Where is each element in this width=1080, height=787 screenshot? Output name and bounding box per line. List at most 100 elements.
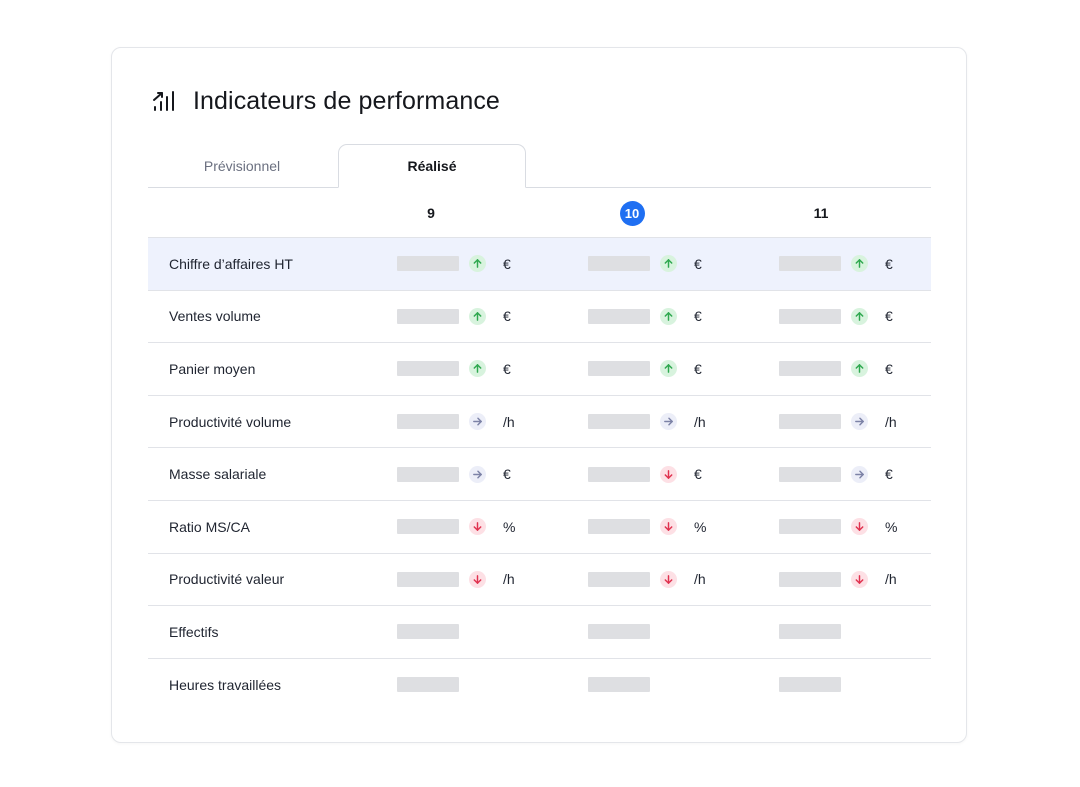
- unit-label: €: [503, 466, 511, 483]
- unit-label: €: [694, 360, 702, 377]
- kpi-cell: €: [779, 291, 903, 343]
- value-placeholder: [779, 624, 841, 640]
- value-placeholder: [397, 308, 459, 324]
- arrow-right-icon: [469, 465, 486, 483]
- value-placeholder: [588, 308, 650, 324]
- arrow-up-icon: [851, 360, 868, 378]
- value-placeholder: [779, 361, 841, 377]
- kpi-cell: /h: [779, 554, 903, 606]
- kpi-row[interactable]: Chiffre d’affaires HT € € €: [148, 237, 931, 290]
- kpi-row[interactable]: Ventes volume € € €: [148, 289, 931, 343]
- kpi-row-label: Heures travaillées: [169, 676, 282, 693]
- kpi-cell: €: [588, 291, 712, 343]
- kpi-cell: [588, 659, 650, 711]
- tab-bar: Prévisionnel Réalisé: [148, 144, 931, 188]
- kpi-row-label: Masse salariale: [169, 466, 267, 483]
- column-header-11[interactable]: 11: [791, 200, 851, 226]
- kpi-cell: /h: [588, 554, 712, 606]
- unit-label: /h: [503, 413, 515, 430]
- value-placeholder: [779, 466, 841, 482]
- tab-realise[interactable]: Réalisé: [338, 144, 526, 188]
- kpi-cell: €: [397, 448, 521, 500]
- kpi-cell: /h: [397, 396, 521, 448]
- arrow-right-icon: [469, 413, 486, 431]
- kpi-cell: [588, 606, 650, 658]
- kpi-cell: /h: [397, 554, 521, 606]
- arrow-up-icon: [469, 307, 486, 325]
- value-placeholder: [397, 571, 459, 587]
- kpi-row[interactable]: Ratio MS/CA%%%: [148, 499, 931, 553]
- kpi-row[interactable]: Panier moyen € € €: [148, 342, 931, 395]
- kpi-row-label: Productivité valeur: [169, 571, 285, 588]
- value-placeholder: [779, 256, 841, 272]
- unit-label: /h: [885, 413, 897, 430]
- kpi-cell: €: [588, 448, 712, 500]
- value-placeholder: [397, 414, 459, 430]
- arrow-down-icon: [660, 465, 677, 483]
- kpi-cell: %: [779, 501, 903, 553]
- arrow-up-icon: [660, 255, 677, 273]
- kpi-cell: €: [779, 238, 903, 290]
- value-placeholder: [588, 571, 650, 587]
- value-placeholder: [779, 519, 841, 535]
- value-placeholder: [397, 519, 459, 535]
- value-placeholder: [779, 414, 841, 430]
- kpi-row[interactable]: Heures travaillées: [148, 657, 931, 711]
- unit-label: %: [694, 518, 707, 535]
- page-title: Indicateurs de performance: [193, 86, 500, 115]
- column-header-10-current[interactable]: 10: [602, 200, 662, 226]
- arrow-up-icon: [660, 360, 677, 378]
- unit-label: €: [694, 255, 702, 272]
- kpi-row[interactable]: Productivité valeur/h/h/h: [148, 552, 931, 606]
- kpi-row[interactable]: Productivité volume/h/h/h: [148, 394, 931, 448]
- value-placeholder: [397, 361, 459, 377]
- card-header: Indicateurs de performance: [152, 86, 500, 116]
- unit-label: %: [885, 518, 898, 535]
- kpi-cell: €: [397, 238, 521, 290]
- value-placeholder: [588, 256, 650, 272]
- kpi-row-label: Effectifs: [169, 623, 219, 640]
- kpi-cell: %: [588, 501, 712, 553]
- kpi-row-label: Panier moyen: [169, 360, 256, 377]
- current-period-badge: 10: [619, 200, 645, 226]
- kpi-cell: [397, 606, 459, 658]
- value-placeholder: [397, 256, 459, 272]
- value-placeholder: [588, 414, 650, 430]
- kpi-row-label: Ventes volume: [169, 308, 261, 325]
- kpi-cell: €: [779, 448, 903, 500]
- column-header-9[interactable]: 9: [401, 200, 461, 226]
- unit-label: /h: [694, 413, 706, 430]
- value-placeholder: [588, 677, 650, 693]
- value-placeholder: [397, 624, 459, 640]
- arrow-right-icon: [660, 413, 677, 431]
- unit-label: €: [503, 308, 511, 325]
- arrow-down-icon: [851, 570, 868, 588]
- unit-label: %: [503, 518, 516, 535]
- arrow-right-icon: [851, 465, 868, 483]
- tab-previsionnel[interactable]: Prévisionnel: [148, 144, 336, 187]
- kpi-cell: [779, 659, 841, 711]
- value-placeholder: [397, 466, 459, 482]
- arrow-down-icon: [660, 570, 677, 588]
- kpi-cell: €: [779, 343, 903, 395]
- unit-label: /h: [503, 571, 515, 588]
- arrow-right-icon: [851, 413, 868, 431]
- unit-label: €: [885, 308, 893, 325]
- value-placeholder: [588, 466, 650, 482]
- kpi-row[interactable]: Masse salariale € € €: [148, 447, 931, 500]
- value-placeholder: [588, 624, 650, 640]
- kpi-row[interactable]: Effectifs: [148, 605, 931, 658]
- unit-label: /h: [694, 571, 706, 588]
- kpi-table: Chiffre d’affaires HT € € € Ventes volume € € €…: [148, 237, 931, 710]
- kpi-cell: /h: [779, 396, 903, 448]
- arrow-down-icon: [469, 518, 486, 536]
- unit-label: €: [503, 360, 511, 377]
- kpi-cell: [779, 606, 841, 658]
- kpi-row-label: Chiffre d’affaires HT: [169, 255, 293, 272]
- value-placeholder: [588, 519, 650, 535]
- arrow-up-icon: [660, 307, 677, 325]
- unit-label: €: [885, 466, 893, 483]
- value-placeholder: [779, 677, 841, 693]
- kpi-cell: /h: [588, 396, 712, 448]
- arrow-up-icon: [851, 255, 868, 273]
